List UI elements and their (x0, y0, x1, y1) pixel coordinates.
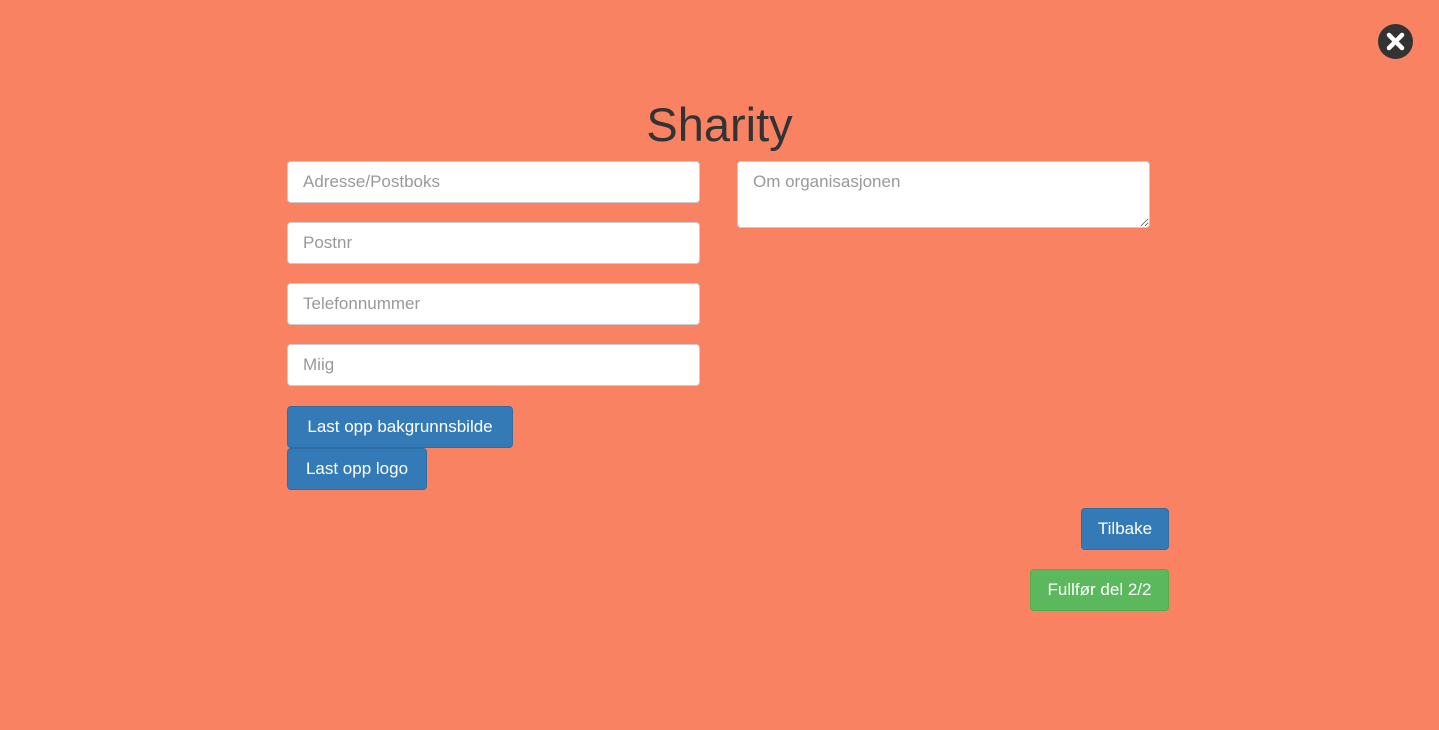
about-organization-textarea[interactable] (737, 161, 1150, 228)
close-button[interactable] (1378, 24, 1413, 59)
back-button[interactable]: Tilbake (1081, 508, 1169, 550)
address-input[interactable] (287, 161, 700, 203)
page-title: Sharity (646, 98, 793, 151)
upload-background-button[interactable]: Last opp bakgrunnsbilde (287, 406, 513, 448)
close-icon (1386, 32, 1405, 51)
upload-logo-button[interactable]: Last opp logo (287, 448, 427, 490)
finish-button[interactable]: Fullfør del 2/2 (1030, 569, 1169, 611)
phone-input[interactable] (287, 283, 700, 325)
postnr-input[interactable] (287, 222, 700, 264)
miig-input[interactable] (287, 344, 700, 386)
